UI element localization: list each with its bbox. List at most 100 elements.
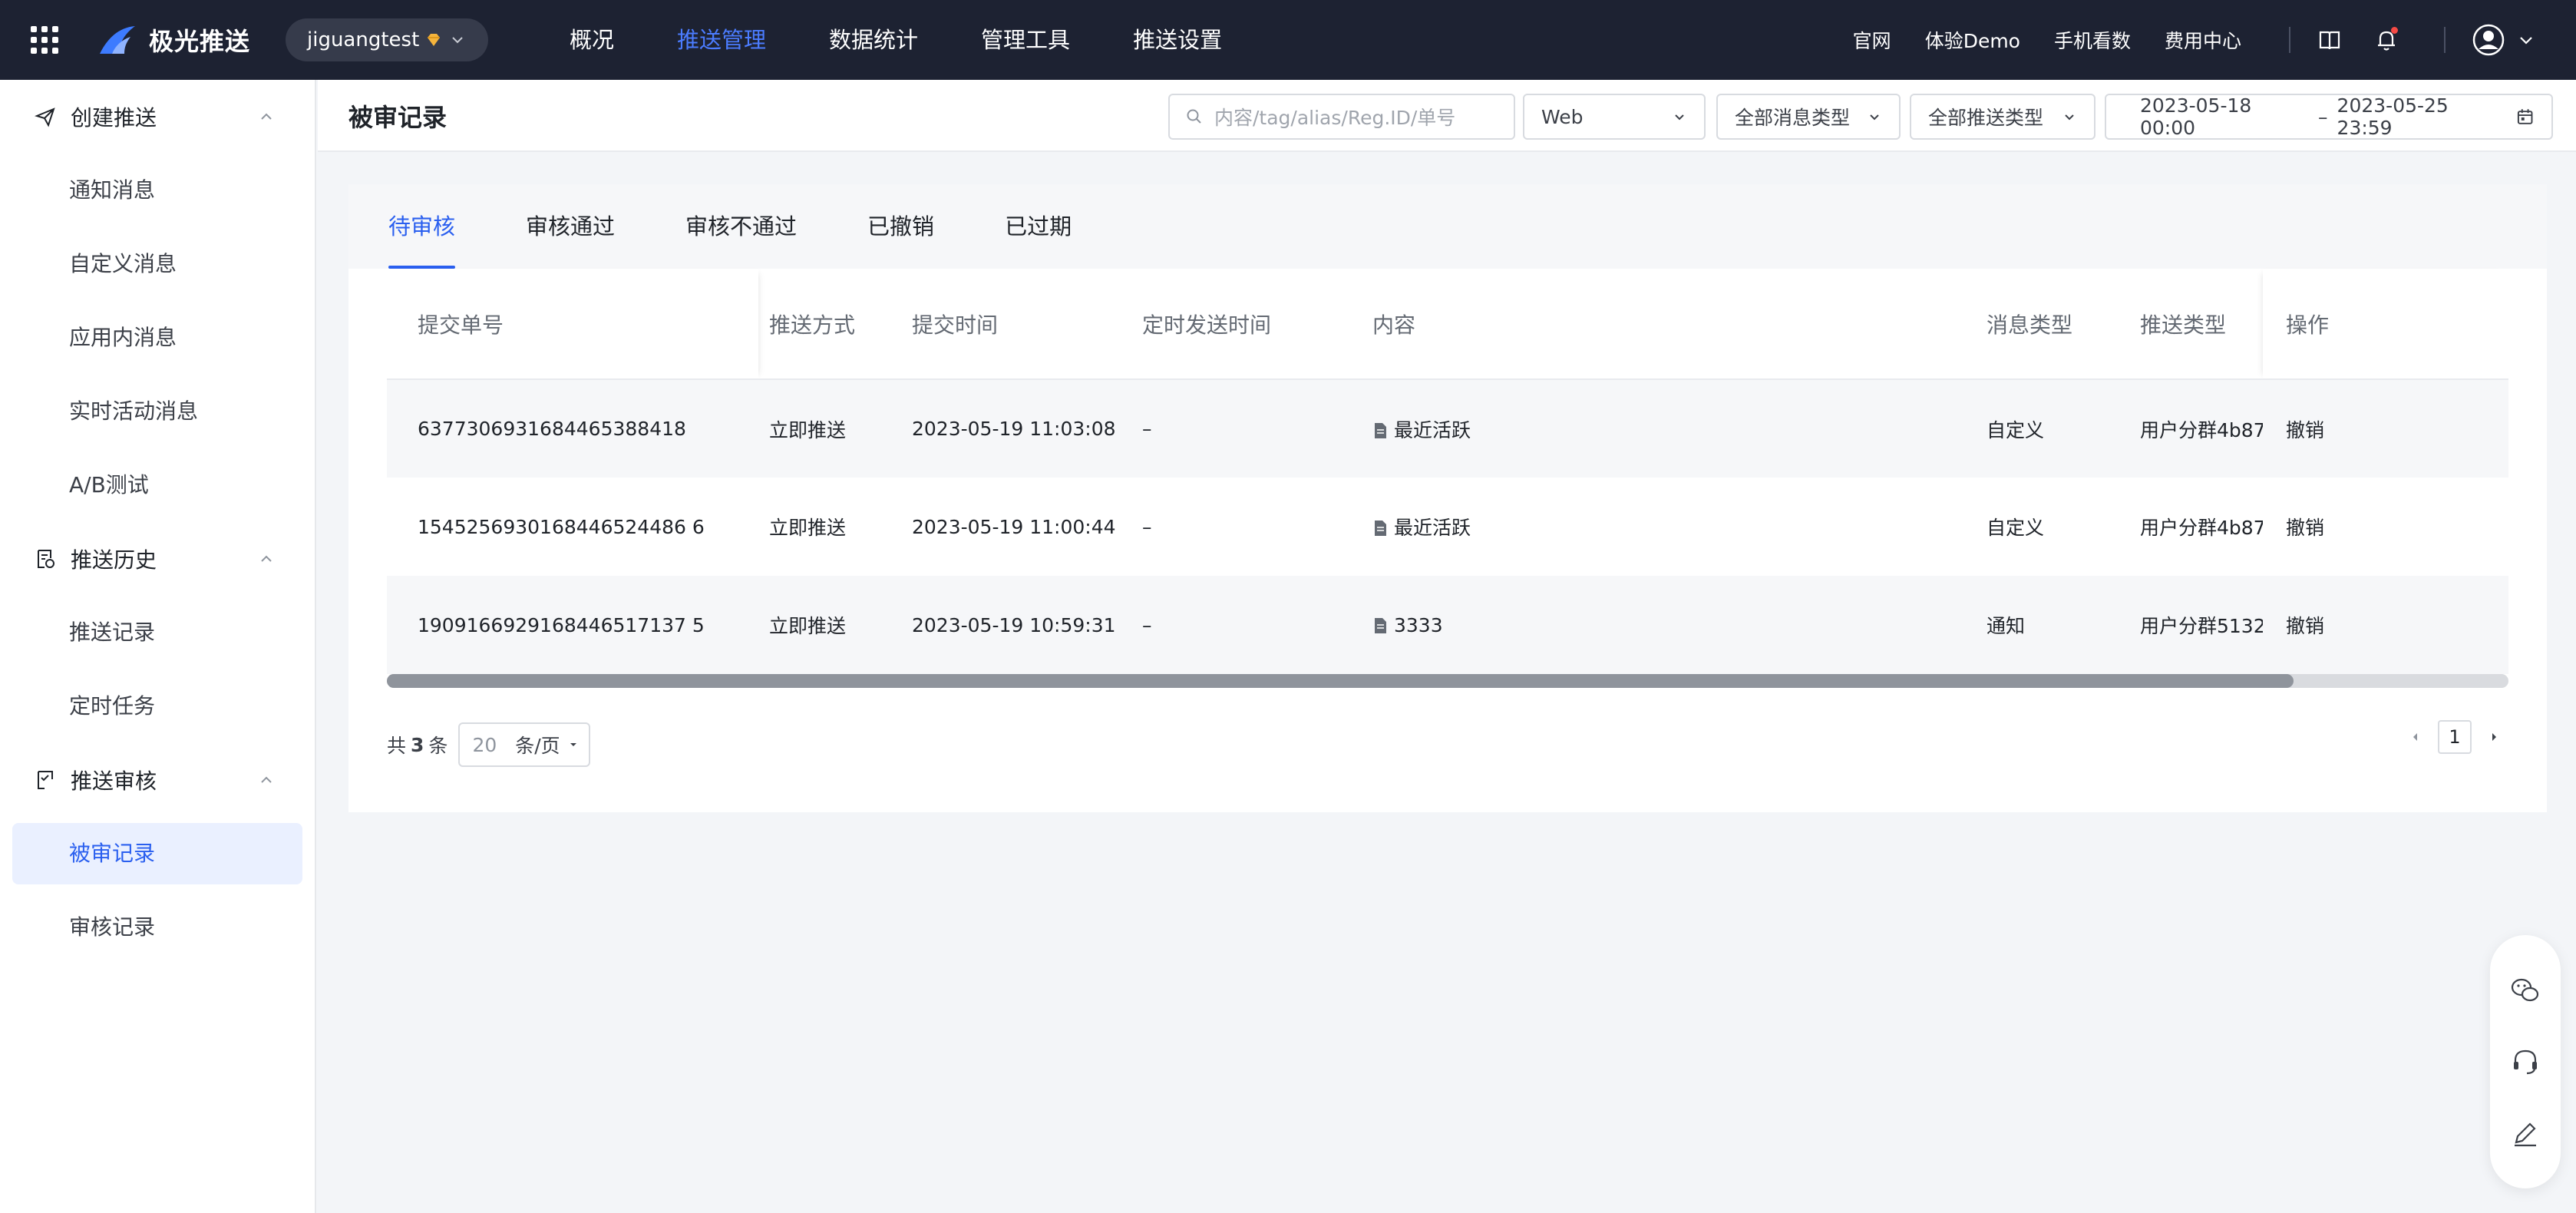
table-header-row: 提交单号 推送方式 提交时间 定时发送时间 内容 消息类型 推送类型 操作: [387, 269, 2508, 380]
sidebar-group-push-history[interactable]: 推送历史: [0, 522, 315, 596]
nav-push-settings[interactable]: 推送设置: [1133, 0, 1222, 80]
top-navbar: 极光推送 jiguangtest 概况 推送管理 数据统计 管理工具 推送设置 …: [0, 0, 2576, 80]
column-header-method: 推送方式: [758, 269, 912, 380]
tab-rejected[interactable]: 审核不通过: [685, 184, 797, 269]
cell-method: 立即推送: [758, 379, 912, 478]
sidebar-item-review-log[interactable]: 审核记录: [0, 891, 315, 964]
app-switcher[interactable]: jiguangtest: [286, 18, 488, 61]
sidebar-item-ab-test[interactable]: A/B测试: [0, 448, 315, 522]
link-billing-center[interactable]: 费用中心: [2165, 26, 2241, 54]
chevron-down-icon: [570, 743, 577, 746]
cell-push-type: 用户分群5132fa: [2140, 576, 2263, 674]
link-official-site[interactable]: 官网: [1853, 26, 1891, 54]
brand-logo[interactable]: 极光推送: [97, 21, 250, 58]
cell-content: 最近活跃: [1372, 478, 1986, 576]
message-type-select-value: 全部消息类型: [1735, 107, 1851, 129]
column-header-message-type: 消息类型: [1986, 269, 2140, 380]
page-size-unit: 条/页: [515, 735, 560, 757]
revoke-button[interactable]: 撤销: [2286, 615, 2324, 637]
nav-push-management[interactable]: 推送管理: [677, 0, 766, 80]
sidebar-item-reviewed-records[interactable]: 被审记录: [12, 823, 302, 884]
cell-submit-time: 2023-05-19 10:59:31: [912, 576, 1142, 674]
revoke-button[interactable]: 撤销: [2286, 419, 2324, 441]
floating-toolbar: [2490, 935, 2561, 1188]
cell-push-type: 用户分群4b87a: [2140, 379, 2263, 478]
message-type-select[interactable]: 全部消息类型: [1716, 94, 1901, 140]
column-header-push-type: 推送类型: [2140, 269, 2263, 380]
customer-service-icon[interactable]: [2508, 1045, 2542, 1079]
revoke-button[interactable]: 撤销: [2286, 517, 2324, 539]
prev-page-icon[interactable]: [2407, 729, 2424, 745]
platform-select[interactable]: Web: [1523, 94, 1706, 140]
wechat-icon[interactable]: [2508, 973, 2542, 1007]
chevron-up-icon: [261, 555, 272, 562]
main-nav: 概况 推送管理 数据统计 管理工具 推送设置: [570, 0, 1285, 80]
tab-expired[interactable]: 已过期: [1005, 184, 1072, 269]
history-icon: [38, 550, 54, 568]
column-header-id: 提交单号: [387, 269, 758, 380]
search-input[interactable]: 内容/tag/alias/Reg.ID/单号: [1168, 94, 1515, 140]
document-icon: [1375, 521, 1386, 536]
nav-data-statistics[interactable]: 数据统计: [829, 0, 918, 80]
divider: [2289, 27, 2290, 53]
sidebar: 创建推送 通知消息 自定义消息 应用内消息 实时活动消息 A/B测试 推送历史 …: [0, 80, 316, 1213]
cell-content: 最近活跃: [1372, 379, 1986, 478]
date-range-picker[interactable]: 2023-05-18 00:00 – 2023-05-25 23:59: [2105, 94, 2553, 140]
review-icon: [38, 771, 53, 789]
sidebar-item-notification[interactable]: 通知消息: [0, 154, 315, 227]
link-mobile-view[interactable]: 手机看数: [2054, 26, 2131, 54]
diamond-icon: [428, 34, 441, 46]
document-icon: [1375, 617, 1386, 633]
table-row: 6377306931684465388418 立即推送 2023-05-19 1…: [387, 379, 2508, 478]
push-type-select-value: 全部推送类型: [1928, 107, 2044, 129]
nav-management-tools[interactable]: 管理工具: [981, 0, 1070, 80]
chevron-down-icon[interactable]: [2516, 30, 2536, 50]
cell-submit-time: 2023-05-19 11:03:08: [912, 379, 1142, 478]
page-number[interactable]: 1: [2438, 720, 2472, 754]
app-name: jiguangtest: [307, 28, 420, 51]
next-page-icon[interactable]: [2485, 729, 2502, 745]
chevron-up-icon: [261, 776, 272, 783]
page-title: 被审记录: [348, 103, 447, 132]
scrollbar-thumb[interactable]: [387, 674, 2294, 688]
sidebar-item-scheduled-tasks[interactable]: 定时任务: [0, 669, 315, 743]
sidebar-item-live-activity[interactable]: 实时活动消息: [0, 375, 315, 448]
tab-revoked[interactable]: 已撤销: [867, 184, 934, 269]
sidebar-item-custom-message[interactable]: 自定义消息: [0, 227, 315, 301]
search-icon: [1187, 109, 1201, 124]
total-prefix: 共: [387, 735, 407, 757]
records-table: 提交单号 推送方式 提交时间 定时发送时间 内容 消息类型 推送类型 操作 63…: [387, 269, 2508, 674]
cell-scheduled-time: –: [1142, 576, 1372, 674]
sidebar-item-in-app-message[interactable]: 应用内消息: [0, 301, 315, 375]
pagination-summary: 共 3 条 20 条/页: [387, 722, 591, 768]
push-type-select[interactable]: 全部推送类型: [1910, 94, 2095, 140]
sidebar-group-push-review[interactable]: 推送审核: [0, 743, 315, 817]
sidebar-group-label: 推送历史: [71, 547, 157, 573]
sidebar-item-push-records[interactable]: 推送记录: [0, 596, 315, 669]
link-demo[interactable]: 体验Demo: [1925, 26, 2020, 54]
cell-content-text: 最近活跃: [1394, 418, 1471, 441]
tab-approved[interactable]: 审核通过: [526, 184, 615, 269]
user-avatar-icon[interactable]: [2472, 23, 2505, 57]
sidebar-group-create-push[interactable]: 创建推送: [0, 80, 315, 154]
date-end: 2023-05-25 23:59: [2337, 94, 2449, 139]
tab-pending[interactable]: 待审核: [388, 184, 456, 269]
apps-grid-icon[interactable]: [31, 26, 58, 54]
records-card: 待审核 审核通过 审核不通过 已撤销 已过期 提交单号 推送方式 提交时间 定时…: [348, 184, 2547, 812]
cell-content-text: 最近活跃: [1394, 517, 1471, 539]
horizontal-scrollbar[interactable]: [387, 674, 2508, 688]
chevron-up-icon: [261, 113, 272, 120]
edit-feedback-icon[interactable]: [2508, 1116, 2542, 1150]
bell-icon[interactable]: [2373, 27, 2399, 53]
notification-dot: [2391, 27, 2398, 34]
chevron-down-icon: [1675, 114, 1684, 121]
cell-method: 立即推送: [758, 478, 912, 576]
nav-overview[interactable]: 概况: [570, 0, 614, 80]
table-row: 1909166929168446517137 5 立即推送 2023-05-19…: [387, 576, 2508, 674]
sidebar-group-label: 推送审核: [71, 768, 157, 794]
docs-book-icon[interactable]: [2317, 27, 2343, 53]
cell-action: 撤销: [2263, 478, 2508, 576]
page-size-select[interactable]: 20 条/页: [458, 722, 591, 767]
cell-content-text: 3333: [1394, 613, 1443, 636]
records-table-wrapper: 提交单号 推送方式 提交时间 定时发送时间 内容 消息类型 推送类型 操作 63…: [387, 269, 2508, 871]
